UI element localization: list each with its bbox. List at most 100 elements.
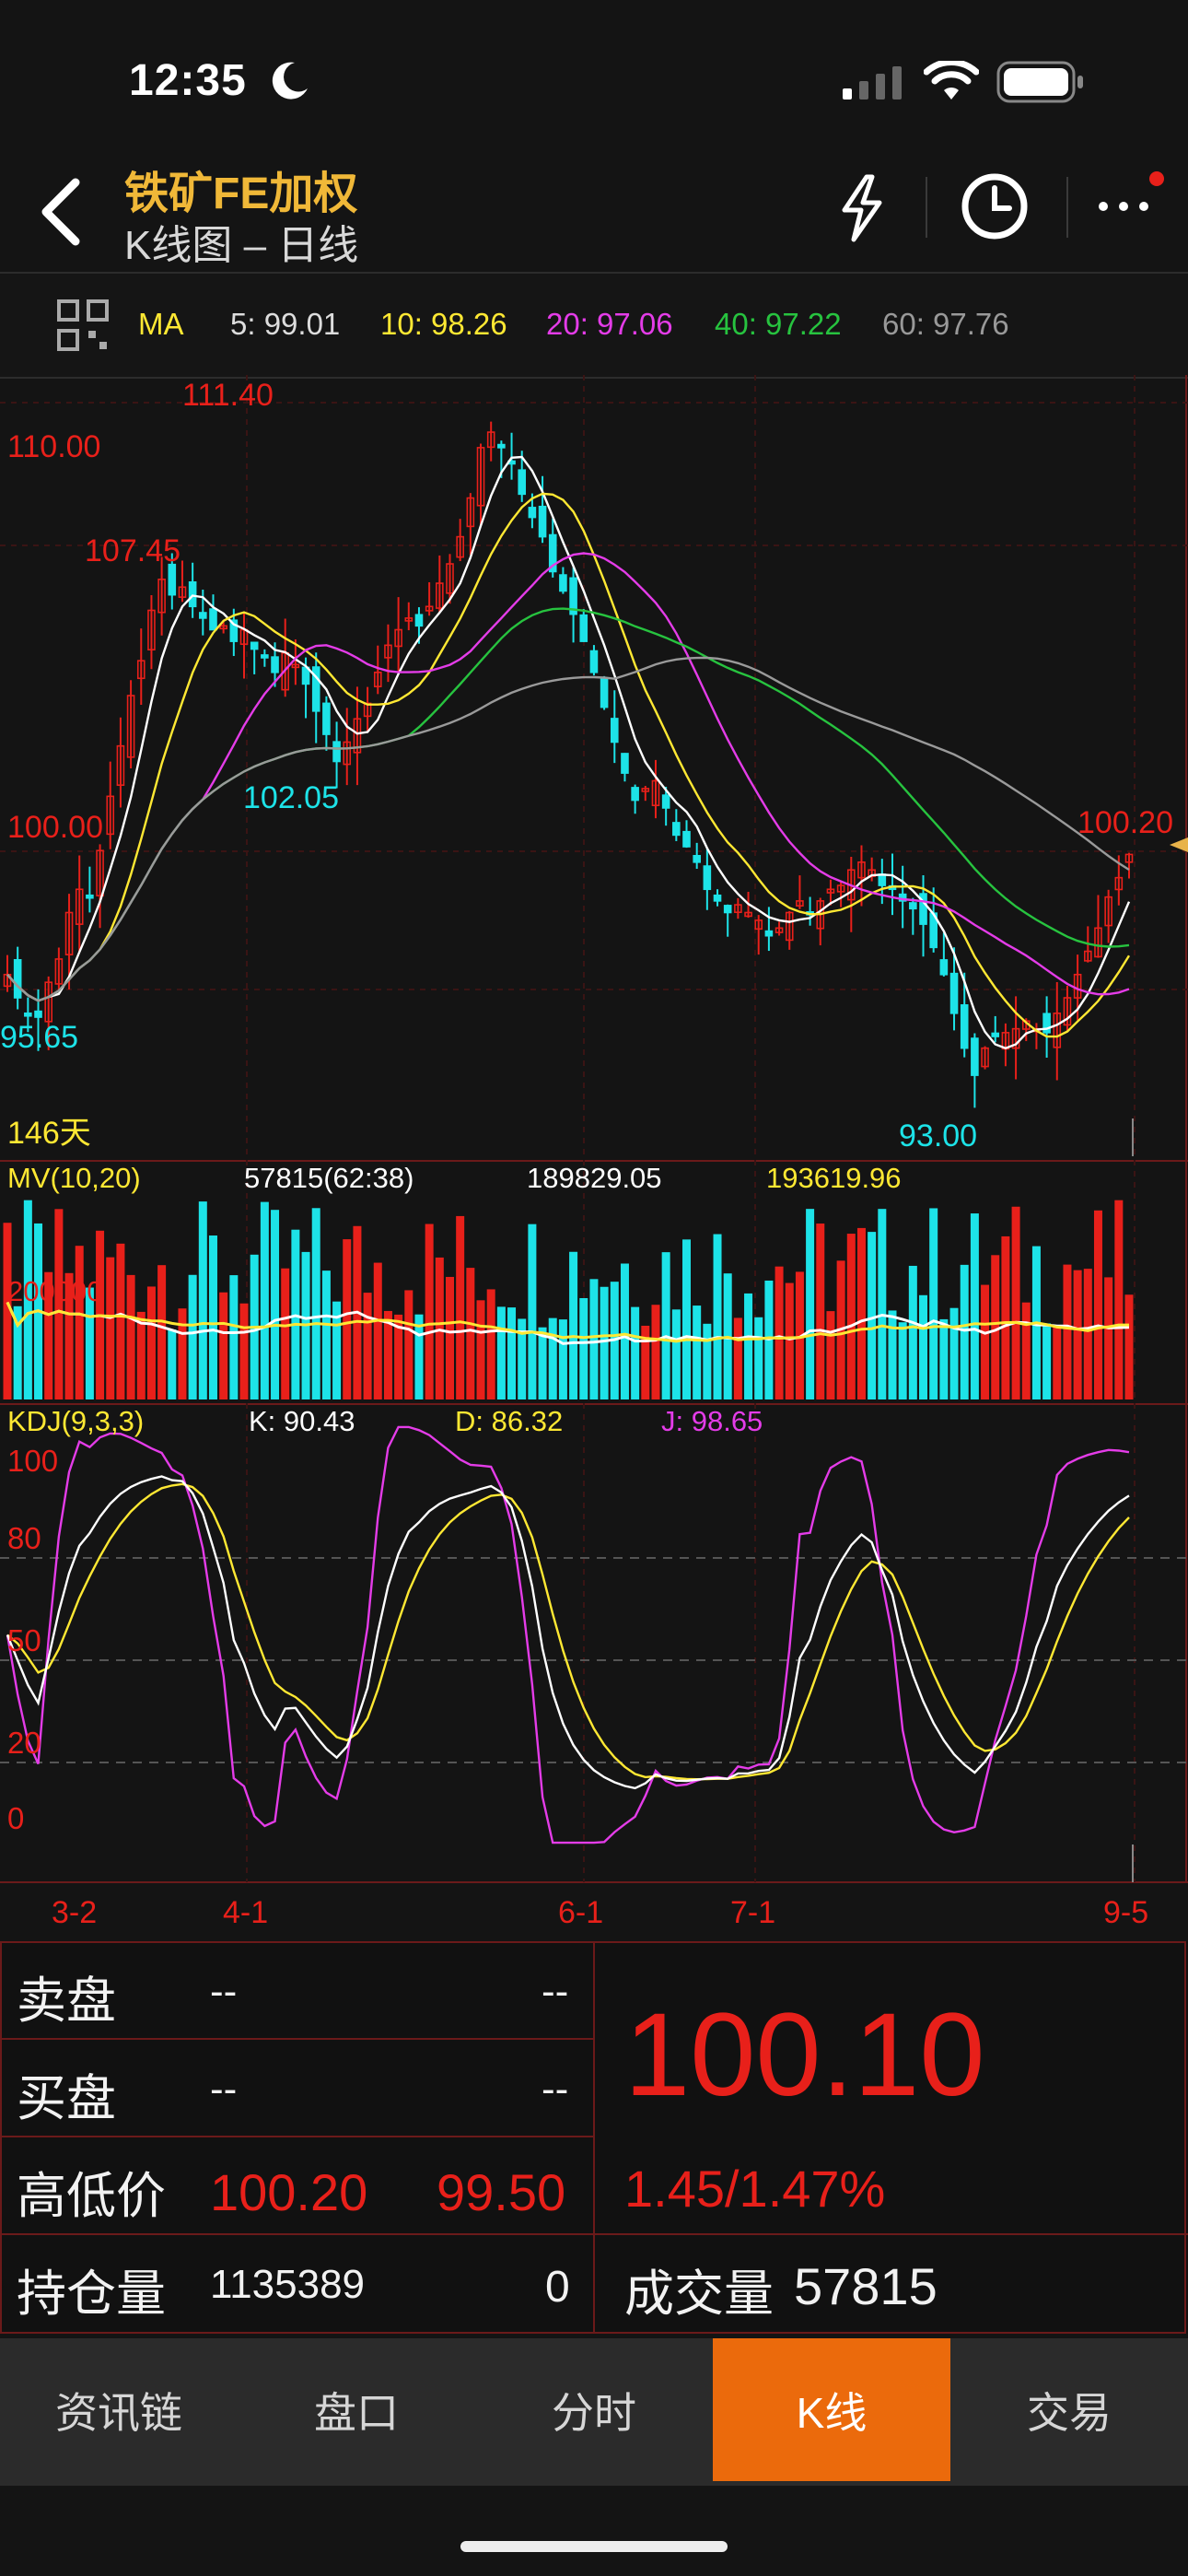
- candle-body: [322, 702, 331, 735]
- candle-body: [538, 505, 547, 538]
- volume-bar: [856, 1227, 866, 1399]
- candle-body: [631, 787, 639, 802]
- kdj-j-line: [6, 1425, 1130, 1844]
- kdj-j-value: J: 98.65: [661, 1405, 763, 1437]
- price-label-107: 107.45: [85, 533, 181, 568]
- volume-bar: [949, 1307, 959, 1399]
- volume-bar: [775, 1266, 784, 1399]
- candle-body: [610, 718, 619, 744]
- volume-bar: [960, 1264, 969, 1399]
- volume-bar: [631, 1306, 640, 1399]
- candle-body: [86, 894, 94, 899]
- last-price-label: 100.20: [1077, 805, 1173, 840]
- open-interest-label: 持仓量: [17, 2266, 166, 2322]
- low-price: 99.50: [437, 2163, 566, 2221]
- volume-bar: [620, 1263, 629, 1399]
- kdj-tick: 80: [7, 1521, 41, 1555]
- status-bar: 12:35: [0, 0, 1188, 157]
- chart-gridlines: [0, 375, 1188, 1882]
- tab-intraday[interactable]: 分时: [475, 2338, 713, 2481]
- low-label-2: 93.00: [899, 1118, 977, 1153]
- volume-bar: [1104, 1277, 1113, 1399]
- tab-trade[interactable]: 交易: [950, 2338, 1188, 2481]
- tab-news-chain[interactable]: 资讯链: [0, 2338, 238, 2481]
- lightning-icon[interactable]: [833, 171, 889, 245]
- candle-body: [600, 678, 609, 708]
- candle-body: [332, 741, 341, 763]
- battery-icon: [996, 61, 1083, 103]
- back-arrow-icon[interactable]: [33, 175, 88, 249]
- volume-bar: [486, 1289, 495, 1399]
- volume-bar: [271, 1210, 280, 1399]
- candle-body: [261, 654, 269, 659]
- volume-bar: [846, 1234, 856, 1399]
- buy-label: 买盘: [17, 2071, 116, 2126]
- wifi-icon: [924, 61, 979, 100]
- volume-bar: [404, 1290, 413, 1399]
- candle-body: [271, 656, 279, 673]
- open-interest-value: 1135389: [210, 2262, 366, 2307]
- days-count: 146天: [7, 1116, 91, 1151]
- volume-bar: [703, 1323, 712, 1399]
- candle-body: [518, 469, 527, 496]
- volume-bar: [661, 1252, 670, 1399]
- volume-bar: [713, 1234, 722, 1399]
- ma60-value: 60: 97.76: [882, 307, 1009, 341]
- kline-chart[interactable]: 111.40 110.00 107.45 102.05 100.00 100.2…: [0, 375, 1188, 1941]
- kdj-tick: 50: [7, 1623, 41, 1657]
- volume-bar: [569, 1251, 578, 1399]
- candle-body: [703, 865, 712, 891]
- clock-icon[interactable]: [958, 170, 1031, 243]
- volume-bar: [456, 1215, 465, 1399]
- high-price: 100.20: [210, 2163, 368, 2221]
- candle-body: [661, 794, 670, 809]
- more-icon[interactable]: [1092, 166, 1175, 230]
- chart-frame: [0, 375, 1188, 1883]
- candle-body: [878, 873, 887, 886]
- volume-bar: [281, 1268, 290, 1399]
- volume-bar: [75, 1246, 84, 1399]
- status-time: 12:35: [129, 56, 247, 105]
- candle-body: [168, 563, 177, 596]
- volume-bar: [208, 1235, 217, 1399]
- ma-label[interactable]: MA: [138, 307, 184, 342]
- volume-bar: [1083, 1269, 1092, 1399]
- price-change: 1.45/1.47%: [624, 2160, 886, 2218]
- volume-bar: [939, 1318, 949, 1399]
- volume-bar: [744, 1293, 753, 1399]
- volume-bar: [1073, 1270, 1082, 1399]
- volume-bar: [579, 1297, 588, 1399]
- volume-bars-layer: [3, 1200, 1134, 1399]
- candle-body: [497, 443, 506, 449]
- tab-kline[interactable]: K线: [713, 2338, 950, 2481]
- candle-body: [199, 612, 207, 619]
- volume-bar: [373, 1262, 382, 1399]
- volume-bar: [589, 1279, 599, 1399]
- candle-body: [589, 650, 599, 673]
- volume-bar: [343, 1239, 352, 1399]
- volume-bar: [806, 1209, 815, 1399]
- volume-bar: [671, 1309, 681, 1399]
- candle-body: [559, 574, 567, 592]
- volume-mv10: 189829.05: [527, 1162, 662, 1194]
- volume-bar: [929, 1208, 938, 1399]
- volume-bar: [888, 1310, 897, 1399]
- volume-bar: [1011, 1206, 1020, 1399]
- candle-body: [971, 1037, 979, 1076]
- volume-mv20: 193619.96: [766, 1162, 902, 1194]
- volume-title: MV(10,20): [7, 1162, 141, 1194]
- candle-body: [250, 641, 259, 650]
- candle-body: [579, 614, 588, 642]
- volume-bar: [826, 1311, 835, 1399]
- tab-order-book[interactable]: 盘口: [238, 2338, 475, 2481]
- volume-bar: [868, 1232, 877, 1399]
- kdj-tick: 0: [7, 1801, 24, 1835]
- candle-body: [672, 822, 681, 837]
- grid-menu-icon[interactable]: [57, 299, 109, 351]
- volume-bar: [1042, 1323, 1052, 1399]
- kdj-gridlines: [0, 1557, 1188, 1763]
- volume-bar: [425, 1224, 434, 1399]
- volume-axis-label: 200000: [7, 1275, 102, 1307]
- volume-bar: [198, 1201, 207, 1399]
- volume-bar: [898, 1322, 907, 1399]
